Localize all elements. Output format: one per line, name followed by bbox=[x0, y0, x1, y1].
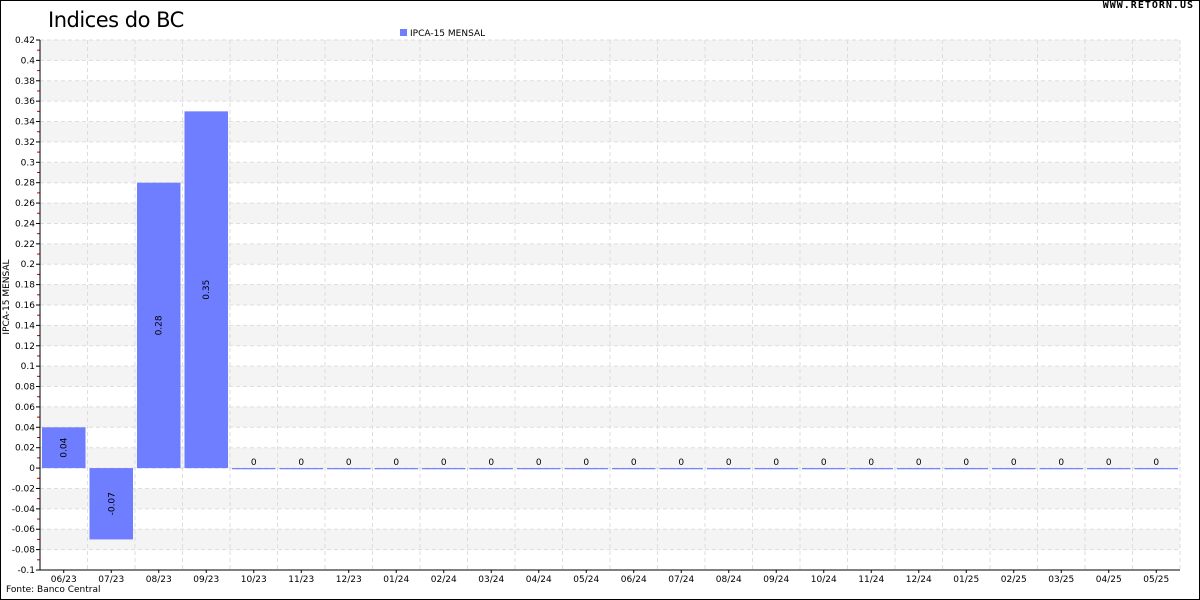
x-tick-label: 03/24 bbox=[478, 575, 504, 585]
y-tick-label: 0.14 bbox=[15, 321, 35, 331]
x-tick-label: 03/25 bbox=[1048, 575, 1074, 585]
y-tick-label: 0 bbox=[29, 464, 35, 474]
x-tick-label: 02/24 bbox=[431, 575, 457, 585]
y-tick-label: 0.18 bbox=[15, 281, 35, 291]
y-tick-label: 0.2 bbox=[21, 260, 35, 270]
x-tick-label: 10/23 bbox=[241, 575, 267, 585]
y-tick-label: -0.04 bbox=[12, 505, 36, 515]
bar bbox=[944, 468, 988, 470]
bar-data-label: 0 bbox=[726, 458, 732, 468]
y-tick-label: 0.38 bbox=[15, 77, 35, 87]
bar bbox=[612, 468, 656, 470]
bar bbox=[517, 468, 561, 470]
bar bbox=[754, 468, 798, 470]
bar-data-label: 0 bbox=[916, 458, 922, 468]
x-tick-label: 10/24 bbox=[811, 575, 837, 585]
x-tick-label: 06/24 bbox=[621, 575, 647, 585]
bar bbox=[232, 468, 276, 470]
bar-data-label: 0 bbox=[536, 458, 542, 468]
y-tick-label: 0.34 bbox=[15, 118, 35, 128]
x-tick-label: 11/23 bbox=[288, 575, 314, 585]
y-tick-label: 0.12 bbox=[15, 342, 35, 352]
y-tick-label: 0.28 bbox=[15, 179, 35, 189]
bar bbox=[374, 468, 418, 470]
bar-data-label: 0.28 bbox=[155, 315, 165, 335]
y-tick-label: 0.24 bbox=[15, 219, 35, 229]
bar-data-label: 0 bbox=[1058, 458, 1064, 468]
bar bbox=[897, 468, 941, 470]
bar bbox=[1039, 468, 1083, 470]
x-tick-label: 07/24 bbox=[668, 575, 694, 585]
bar-data-label: 0 bbox=[393, 458, 399, 468]
x-tick-label: 12/23 bbox=[336, 575, 362, 585]
x-tick-label: 09/24 bbox=[763, 575, 789, 585]
bar-data-label: 0 bbox=[583, 458, 589, 468]
bar bbox=[564, 468, 608, 470]
bar-data-label: 0 bbox=[631, 458, 637, 468]
y-tick-label: -0.1 bbox=[17, 566, 35, 576]
bar-data-label: -0.07 bbox=[107, 492, 117, 515]
y-tick-label: 0.26 bbox=[15, 199, 35, 209]
bar bbox=[1134, 468, 1178, 470]
x-tick-label: 01/24 bbox=[383, 575, 409, 585]
bar bbox=[469, 468, 513, 470]
x-tick-label: 05/24 bbox=[573, 575, 599, 585]
bar-data-label: 0 bbox=[441, 458, 447, 468]
x-tick-label: 08/24 bbox=[716, 575, 742, 585]
y-tick-label: 0.4 bbox=[21, 56, 36, 66]
bar bbox=[1087, 468, 1131, 470]
bar-chart: -0.1 -0.08 -0.06 -0.04 -0.02 0 0.02 0.04 0.06 0.0… bbox=[2, 29, 1181, 585]
y-axis-title: IPCA-15 MENSAL bbox=[2, 259, 12, 334]
y-tick-label: -0.02 bbox=[12, 484, 35, 494]
y-tick-label: 0.16 bbox=[15, 301, 35, 311]
legend-label: IPCA-15 MENSAL bbox=[410, 29, 485, 39]
bar bbox=[422, 468, 466, 470]
x-tick-label: 12/24 bbox=[906, 575, 932, 585]
bar-data-label: 0 bbox=[868, 458, 874, 468]
bar-data-label: 0 bbox=[963, 458, 969, 468]
y-tick-label: 0.06 bbox=[15, 403, 35, 413]
x-tick-label: 07/23 bbox=[98, 575, 124, 585]
x-tick-label: 02/25 bbox=[1001, 575, 1027, 585]
bar bbox=[707, 468, 751, 470]
y-tick-label: 0.42 bbox=[15, 36, 35, 46]
x-tick-label: 04/25 bbox=[1096, 575, 1122, 585]
bar-data-label: 0 bbox=[1153, 458, 1159, 468]
bar-data-label: 0.35 bbox=[202, 280, 212, 300]
bar-data-label: 0.04 bbox=[60, 437, 70, 457]
bar-data-label: 0 bbox=[1106, 458, 1112, 468]
bar bbox=[327, 468, 371, 470]
y-tick-label: 0.3 bbox=[21, 158, 35, 168]
x-tick-label: 08/23 bbox=[146, 575, 172, 585]
x-tick-label: 05/25 bbox=[1143, 575, 1169, 585]
bar-data-label: 0 bbox=[821, 458, 827, 468]
bar bbox=[802, 468, 846, 470]
y-tick-label: 0.02 bbox=[15, 444, 35, 454]
y-tick-label: -0.08 bbox=[12, 546, 36, 556]
x-tick-label: 01/25 bbox=[953, 575, 979, 585]
bar-data-label: 0 bbox=[488, 458, 494, 468]
y-tick-label: 0.1 bbox=[21, 362, 35, 372]
y-tick-label: 0.36 bbox=[15, 97, 35, 107]
bar bbox=[849, 468, 893, 470]
bar-data-label: 0 bbox=[773, 458, 779, 468]
x-tick-label: 11/24 bbox=[858, 575, 884, 585]
x-tick-label: 09/23 bbox=[193, 575, 219, 585]
bar-data-label: 0 bbox=[251, 458, 257, 468]
y-tick-label: 0.32 bbox=[15, 138, 35, 148]
y-tick-label: 0.04 bbox=[15, 423, 35, 433]
bar-data-label: 0 bbox=[346, 458, 352, 468]
y-tick-label: 0.08 bbox=[15, 383, 35, 393]
x-tick-label: 04/24 bbox=[526, 575, 552, 585]
legend-swatch bbox=[400, 29, 407, 36]
x-tick-label: 06/23 bbox=[51, 575, 77, 585]
bar bbox=[659, 468, 703, 470]
bar-data-label: 0 bbox=[298, 458, 304, 468]
bar-data-label: 0 bbox=[678, 458, 684, 468]
y-tick-label: 0.22 bbox=[15, 240, 35, 250]
bar bbox=[992, 468, 1036, 470]
bar bbox=[279, 468, 323, 470]
bar-data-label: 0 bbox=[1011, 458, 1017, 468]
y-tick-label: -0.06 bbox=[12, 525, 36, 535]
